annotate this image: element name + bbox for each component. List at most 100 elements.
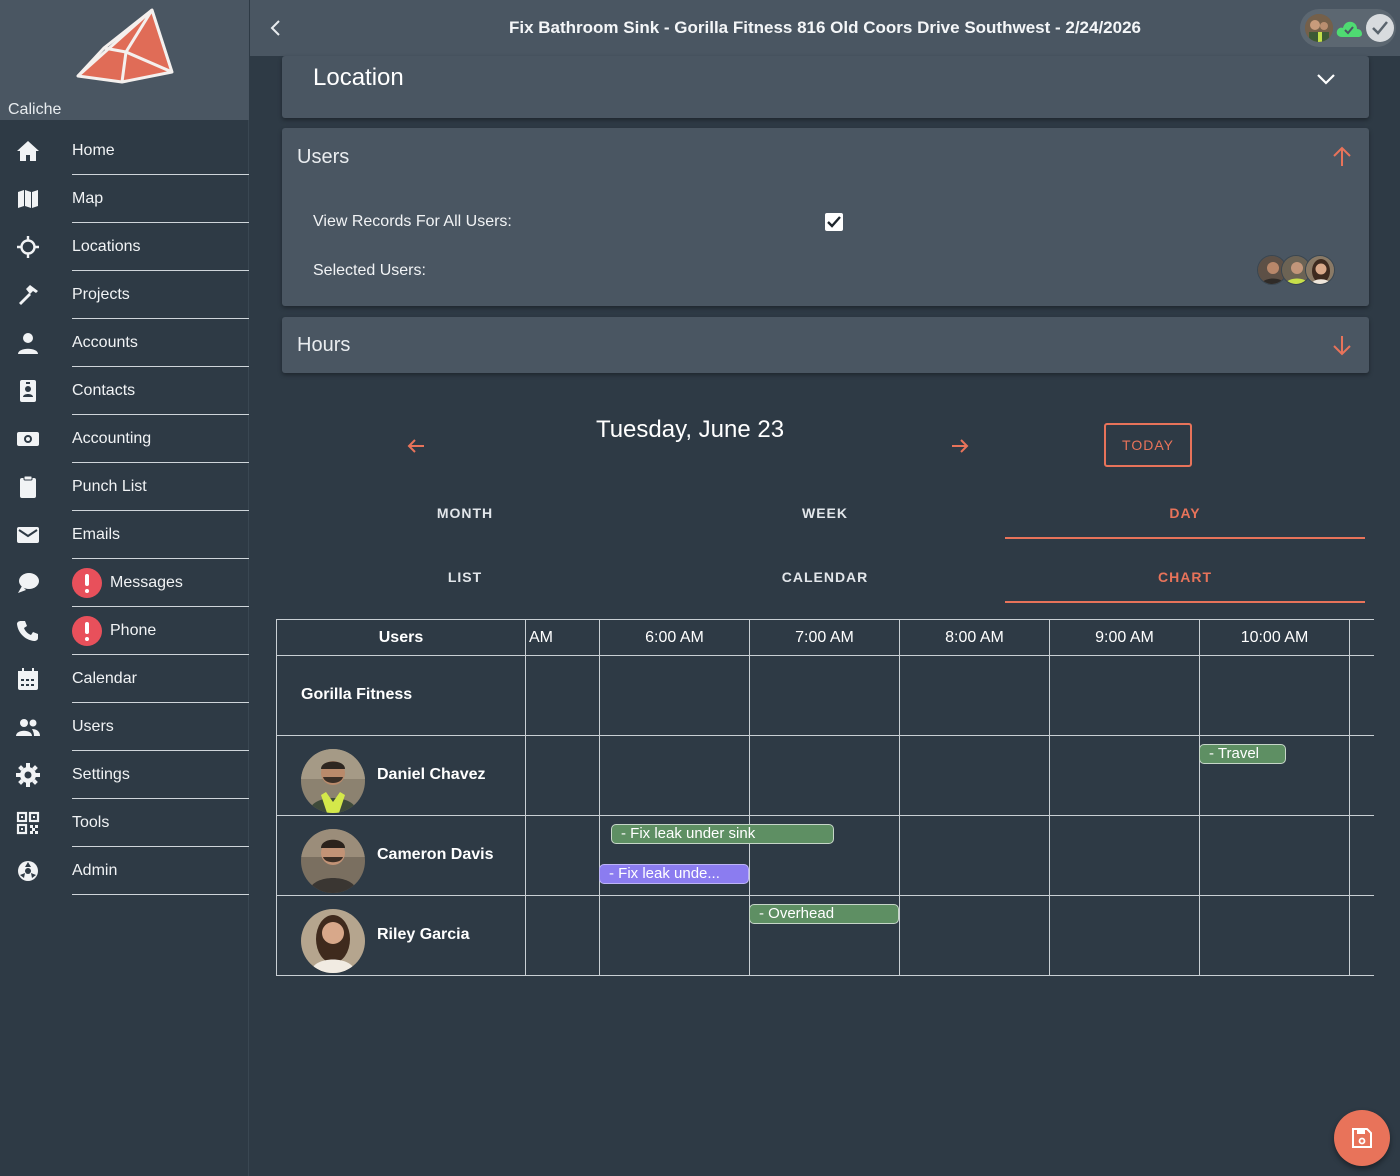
- selected-users-label: Selected Users:: [313, 262, 426, 279]
- view-all-users-checkbox[interactable]: [825, 213, 843, 231]
- sidebar-nav: Home Map Locations Projects Accounts Con…: [0, 127, 249, 895]
- map-icon: [18, 190, 38, 208]
- users-icon: [16, 719, 40, 736]
- hours-card: Hours: [282, 317, 1369, 373]
- grid-line: [749, 736, 750, 816]
- calendar-icon: [18, 668, 38, 690]
- grid-line: [1199, 656, 1200, 736]
- location-card: Location: [282, 56, 1369, 118]
- sidebar-item-projects[interactable]: Projects: [0, 271, 249, 319]
- sidebar-item-label: Emails: [72, 526, 121, 543]
- chevron-down-icon[interactable]: [1315, 68, 1337, 90]
- arrow-up-icon[interactable]: [1331, 146, 1353, 168]
- tab-chart[interactable]: CHART: [1005, 555, 1365, 603]
- sidebar-item-label: Accounting: [72, 430, 152, 447]
- event-bar-travel[interactable]: - Travel: [1199, 744, 1286, 764]
- sidebar-item-users[interactable]: Users: [0, 703, 249, 751]
- chart-header: Users AM 6:00 AM 7:00 AM 8:00 AM 9:00 AM…: [277, 620, 1374, 656]
- sidebar-item-accounting[interactable]: Accounting: [0, 415, 249, 463]
- grid-line: [1049, 656, 1050, 736]
- event-bar-fix-leak-purple[interactable]: - Fix leak unde...: [599, 864, 749, 884]
- hours-chart: Users AM 6:00 AM 7:00 AM 8:00 AM 9:00 AM…: [276, 619, 1374, 976]
- avatar[interactable]: [1305, 14, 1333, 42]
- sidebar-item-contacts[interactable]: Contacts: [0, 367, 249, 415]
- avatar[interactable]: [1305, 255, 1335, 285]
- brand-name: Caliche: [8, 101, 62, 118]
- location-card-title: Location: [313, 64, 404, 91]
- sidebar-item-phone[interactable]: Phone: [0, 607, 249, 655]
- event-bar-overhead[interactable]: - Overhead: [749, 904, 899, 924]
- sidebar-item-messages[interactable]: Messages: [0, 559, 249, 607]
- chart-row-user: Daniel Chavez - Travel: [277, 736, 1374, 816]
- envelope-icon: [17, 527, 39, 543]
- phone-icon: [17, 621, 38, 641]
- avatar: [301, 749, 365, 813]
- grid-line: [899, 736, 900, 816]
- tab-day[interactable]: DAY: [1005, 491, 1365, 539]
- arrow-left-icon[interactable]: [405, 435, 427, 457]
- admin-icon: [18, 861, 38, 881]
- sidebar-item-label: Phone: [110, 622, 157, 639]
- alert-badge-icon: [72, 568, 102, 598]
- today-button[interactable]: TODAY: [1104, 423, 1192, 467]
- chart-header-time: 8:00 AM: [900, 620, 1050, 656]
- tab-week[interactable]: WEEK: [645, 491, 1005, 539]
- grid-line: [1199, 816, 1200, 896]
- sidebar-item-locations[interactable]: Locations: [0, 223, 249, 271]
- sidebar-item-accounts[interactable]: Accounts: [0, 319, 249, 367]
- users-card-title: Users: [297, 146, 350, 168]
- grid-line: [1349, 896, 1350, 976]
- grid-line: [1199, 896, 1200, 976]
- event-bar-fix-leak[interactable]: - Fix leak under sink: [611, 824, 834, 844]
- sidebar-item-home[interactable]: Home: [0, 127, 249, 175]
- tab-calendar[interactable]: CALENDAR: [645, 555, 1005, 603]
- arrow-right-icon[interactable]: [949, 435, 971, 457]
- sidebar-item-label: Settings: [72, 766, 130, 783]
- sidebar-item-label: Calendar: [72, 670, 137, 687]
- alert-badge-icon: [72, 616, 102, 646]
- grid-line: [599, 816, 600, 896]
- id-badge-icon: [20, 380, 36, 402]
- check-circle-icon[interactable]: [1366, 14, 1394, 42]
- sidebar-item-label: Messages: [110, 574, 183, 591]
- sidebar-item-label: Admin: [72, 862, 118, 879]
- cloud-sync-icon: [1336, 21, 1362, 37]
- grid-line: [599, 896, 600, 976]
- sidebar-item-map[interactable]: Map: [0, 175, 249, 223]
- person-icon: [18, 333, 38, 354]
- tab-list[interactable]: LIST: [285, 555, 645, 603]
- grid-line: [599, 656, 600, 736]
- hours-card-title: Hours: [297, 334, 351, 356]
- qr-code-icon: [16, 811, 40, 835]
- sidebar-item-settings[interactable]: Settings: [0, 751, 249, 799]
- grid-line: [899, 896, 900, 976]
- save-button[interactable]: [1334, 1110, 1390, 1166]
- date-heading: Tuesday, June 23: [595, 416, 785, 443]
- location-name: Gorilla Fitness: [301, 686, 413, 703]
- user-name: Daniel Chavez: [377, 766, 486, 783]
- chart-header-time: 7:00 AM: [750, 620, 900, 656]
- chart-header-time: 10:00 AM: [1200, 620, 1350, 656]
- chart-header-time: 9:00 AM: [1050, 620, 1200, 656]
- arrow-down-icon[interactable]: [1331, 334, 1353, 356]
- sidebar-item-label: Accounts: [72, 334, 138, 351]
- status-group[interactable]: [1300, 9, 1396, 47]
- row-label: Riley Garcia: [277, 896, 526, 976]
- row-label: Cameron Davis: [277, 816, 526, 896]
- chevron-left-icon[interactable]: [264, 16, 288, 40]
- row-label: Daniel Chavez: [277, 736, 526, 816]
- page-title: Fix Bathroom Sink - Gorilla Fitness 816 …: [508, 18, 1141, 37]
- sidebar-item-label: Contacts: [72, 382, 136, 399]
- sidebar-item-emails[interactable]: Emails: [0, 511, 249, 559]
- sidebar-item-admin[interactable]: Admin: [0, 847, 249, 895]
- chat-icon: [18, 573, 39, 593]
- caliche-logo-icon: [76, 8, 174, 84]
- grid-line: [599, 736, 600, 816]
- sidebar-item-calendar[interactable]: Calendar: [0, 655, 249, 703]
- sidebar-item-tools[interactable]: Tools: [0, 799, 249, 847]
- sidebar-item-punch-list[interactable]: Punch List: [0, 463, 249, 511]
- grid-line: [1349, 736, 1350, 816]
- tab-month[interactable]: MONTH: [285, 491, 645, 539]
- selected-users-avatars[interactable]: [1257, 255, 1337, 285]
- home-icon: [17, 141, 39, 161]
